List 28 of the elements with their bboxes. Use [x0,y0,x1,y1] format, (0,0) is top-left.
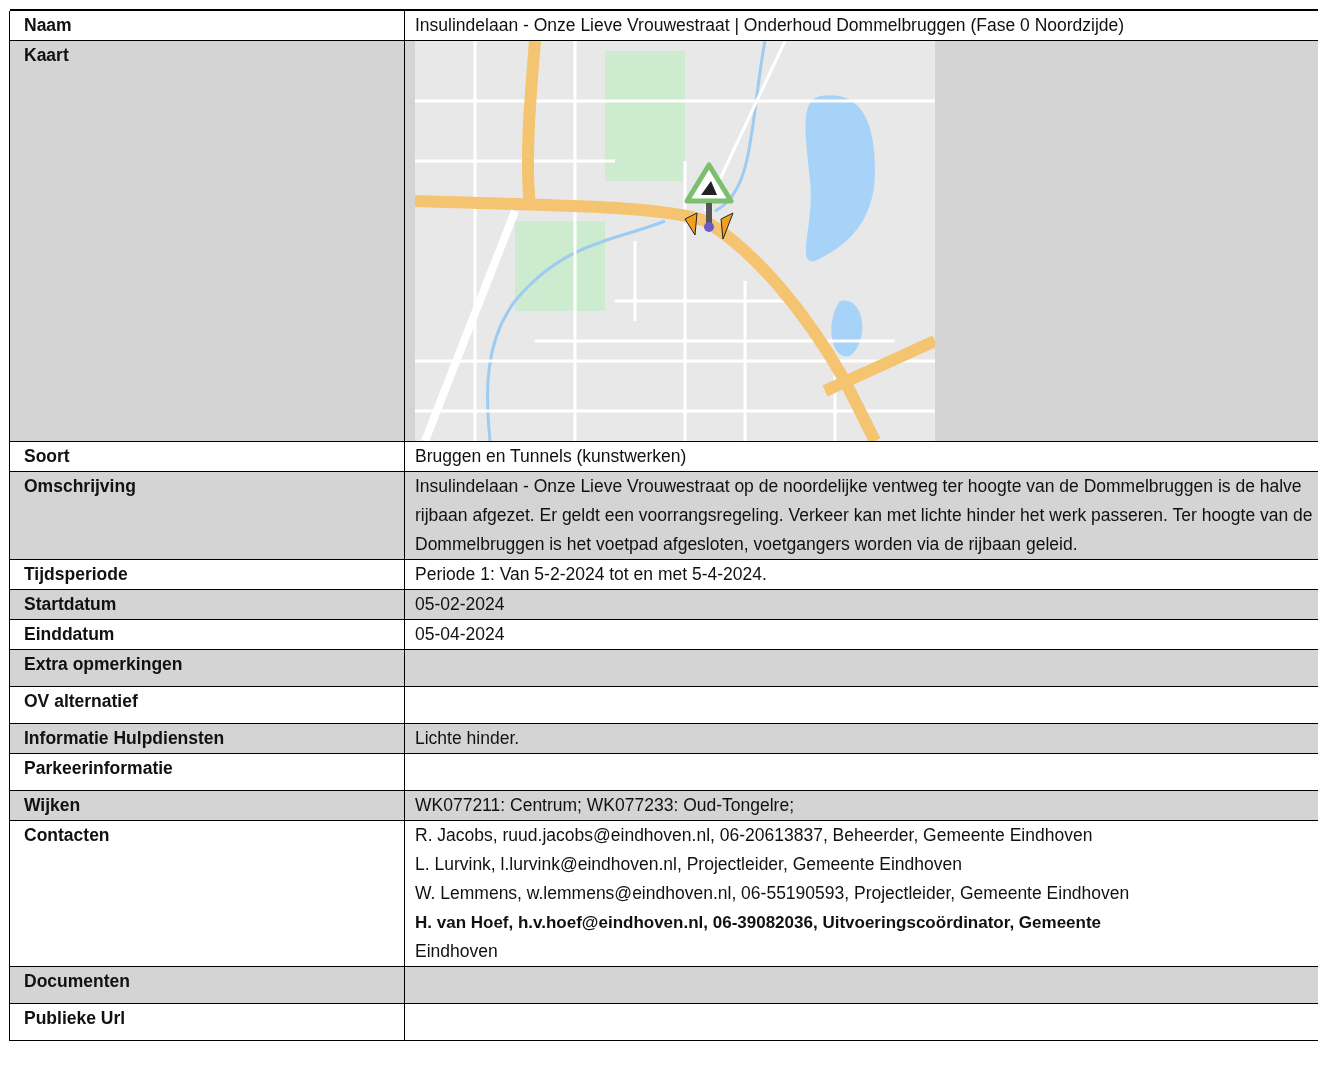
field-label: Informatie Hulpdiensten [24,728,225,748]
contact-line: W. Lemmens, w.lemmens@eindhoven.nl, 06-55190593, Projectleider, Gemeente Eindhoven [415,882,1131,905]
field-label: Parkeerinformatie [24,758,173,778]
field-label: Documenten [24,971,130,991]
field-value: Insulindelaan - Onze Lieve Vrouwestraat | Onderhoud Dommelbruggen (Fase 0 Noordzijde) [415,15,1125,35]
field-label: Kaart [24,45,69,65]
field-value: Bruggen en Tunnels (kunstwerken) [415,446,687,466]
contact-line: H. van Hoef, h.v.hoef@eindhoven.nl, 06-39082036, Uitvoeringscoördinator, Gemeente [415,912,1103,934]
field-value: 05-02-2024 [415,594,505,614]
field-label: Soort [24,446,70,466]
field-label: Naam [24,15,72,35]
field-value: Periode 1: Van 5-2-2024 tot en met 5-4-2024. [415,564,767,584]
contact-line: R. Jacobs, ruud.jacobs@eindhoven.nl, 06-20613837, Beheerder, Gemeente Eindhoven [415,824,1094,847]
field-value: Lichte hinder. [415,728,520,748]
field-label: Contacten [24,825,110,845]
field-label: OV alternatief [24,691,138,711]
field-label: Startdatum [24,594,117,614]
field-value: 05-04-2024 [415,624,505,644]
field-label: Tijdsperiode [24,564,128,584]
contact-line: L. Lurvink, l.lurvink@eindhoven.nl, Projectleider, Gemeente Eindhoven [415,853,963,876]
field-value: Insulindelaan - Onze Lieve Vrouwestraat op de noordelijke ventweg ter hoogte van de Dommelbruggen is de halve rijbaan afgezet. Er geldt een voorrangsregeling. Verkeer kan met lichte hinder het werk passeren. Ter hoogte van de Dommelbruggen is het voetpad afgesloten, voetgangers worden via de rijbaan geleid. [415,476,1313,554]
field-label: Extra opmerkingen [24,654,183,674]
field-label: Einddatum [24,624,115,644]
field-value: WK077211: Centrum; WK077233: Oud-Tongelre; [415,795,795,815]
field-label: Wijken [24,795,81,815]
field-label: Publieke Url [24,1008,126,1028]
contact-line: Eindhoven [415,940,499,963]
field-label: Omschrijving [24,476,136,496]
